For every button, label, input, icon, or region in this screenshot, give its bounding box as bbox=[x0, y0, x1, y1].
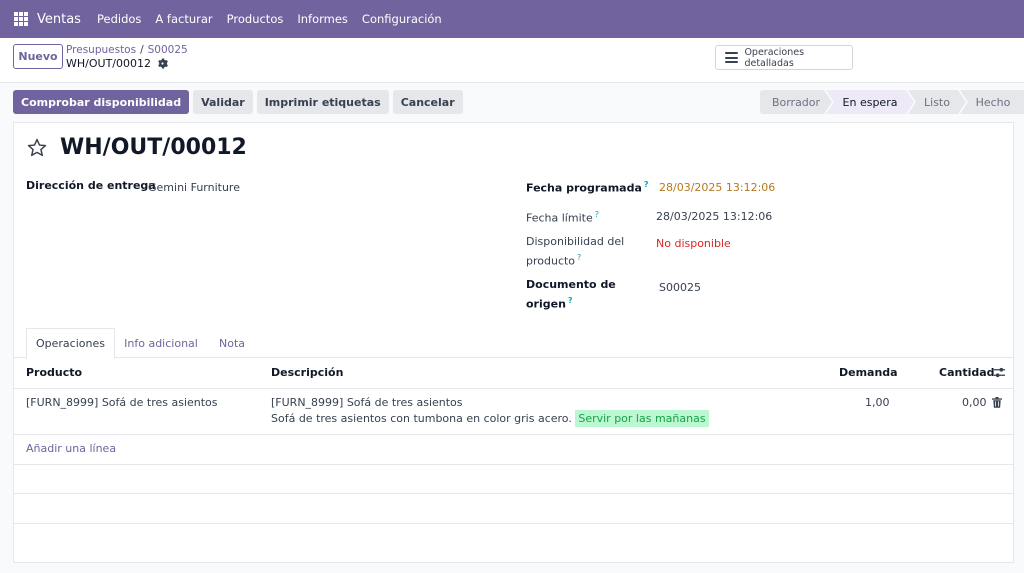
row-divider bbox=[14, 464, 1013, 465]
row-divider bbox=[14, 388, 1013, 389]
menu-a-facturar[interactable]: A facturar bbox=[155, 12, 212, 26]
column-header-description[interactable]: Descripción bbox=[271, 366, 343, 379]
row-divider bbox=[14, 493, 1013, 494]
row-divider bbox=[14, 523, 1013, 524]
row-divider bbox=[14, 434, 1013, 435]
control-panel: Nuevo Presupuestos / S00025 WH/OUT/00012 O… bbox=[0, 38, 1024, 83]
availability-label-line1: Disponibilidad del bbox=[526, 235, 625, 248]
detailed-operations-button[interactable]: Operaciones detalladas bbox=[715, 45, 853, 70]
action-bar: Comprobar disponibilidad Validar Imprimi… bbox=[13, 90, 467, 114]
scheduled-date-label-text: Fecha programada bbox=[526, 181, 642, 195]
check-availability-button[interactable]: Comprobar disponibilidad bbox=[13, 90, 190, 114]
delivery-address-label: Dirección de entrega bbox=[26, 179, 156, 192]
breadcrumb-separator: / bbox=[140, 44, 144, 56]
deadline-label-text: Fecha límite bbox=[526, 211, 593, 225]
form-sheet: WH/OUT/00012 Dirección de entrega Gemini… bbox=[13, 122, 1014, 563]
menu-productos[interactable]: Productos bbox=[227, 12, 284, 26]
breadcrumb-quotations[interactable]: Presupuestos bbox=[66, 44, 136, 56]
app-title[interactable]: Ventas bbox=[37, 12, 81, 27]
print-labels-button[interactable]: Imprimir etiquetas bbox=[256, 90, 389, 114]
trash-icon[interactable] bbox=[992, 397, 1002, 408]
hamburger-icon bbox=[725, 52, 739, 63]
gear-icon[interactable] bbox=[157, 58, 168, 69]
deadline-label: Fecha límite? bbox=[526, 207, 599, 227]
menu-pedidos[interactable]: Pedidos bbox=[97, 12, 141, 26]
status-bar: Borrador En espera Listo Hecho bbox=[760, 90, 1024, 114]
apps-grid-icon[interactable] bbox=[14, 12, 28, 26]
menu-informes[interactable]: Informes bbox=[297, 12, 348, 26]
detailed-operations-label: Operaciones detalladas bbox=[744, 46, 805, 69]
notebook-tabs: Operaciones Info adicional Nota bbox=[14, 328, 1013, 359]
record-name: WH/OUT/00012 bbox=[66, 57, 168, 70]
sliders-icon[interactable] bbox=[993, 367, 1006, 378]
record-name-text: WH/OUT/00012 bbox=[66, 57, 151, 70]
top-navbar: Ventas Pedidos A facturar Productos Info… bbox=[0, 0, 1024, 38]
breadcrumb: Presupuestos / S00025 bbox=[66, 44, 188, 56]
column-header-quantity[interactable]: Cantidad bbox=[939, 366, 995, 379]
availability-label: Disponibilidad del producto? bbox=[526, 234, 624, 270]
column-header-product[interactable]: Producto bbox=[26, 366, 82, 379]
column-header-demand[interactable]: Demanda bbox=[839, 366, 898, 379]
scheduled-date-label: Fecha programada? bbox=[526, 177, 649, 197]
new-button[interactable]: Nuevo bbox=[13, 44, 63, 69]
row-description-line1[interactable]: [FURN_8999] Sofá de tres asientos bbox=[271, 396, 463, 409]
availability-value: No disponible bbox=[656, 237, 731, 250]
origin-value[interactable]: S00025 bbox=[659, 281, 701, 294]
help-icon[interactable]: ? bbox=[644, 180, 649, 189]
stage-en-espera[interactable]: En espera bbox=[826, 90, 914, 114]
origin-label-line1: Documento de bbox=[526, 278, 616, 291]
tab-info-adicional[interactable]: Info adicional bbox=[118, 328, 204, 358]
row-demand[interactable]: 1,00 bbox=[865, 396, 890, 409]
row-description-text: Sofá de tres asientos con tumbona en col… bbox=[271, 412, 572, 425]
title-row: WH/OUT/00012 bbox=[26, 135, 247, 160]
stage-borrador[interactable]: Borrador bbox=[760, 90, 832, 114]
tab-operaciones[interactable]: Operaciones bbox=[26, 328, 115, 359]
row-description-highlight: Servir por las mañanas bbox=[575, 410, 709, 427]
delivery-address-value[interactable]: Gemini Furniture bbox=[148, 181, 240, 194]
menu-configuracion[interactable]: Configuración bbox=[362, 12, 442, 26]
page-title: WH/OUT/00012 bbox=[60, 135, 247, 160]
availability-label-line2: producto bbox=[526, 254, 576, 268]
star-icon[interactable] bbox=[26, 137, 48, 159]
help-icon[interactable]: ? bbox=[577, 253, 581, 262]
stage-listo[interactable]: Listo bbox=[908, 90, 966, 114]
row-product[interactable]: [FURN_8999] Sofá de tres asientos bbox=[26, 396, 218, 409]
origin-label-line2: origen bbox=[526, 297, 566, 311]
help-icon[interactable]: ? bbox=[595, 210, 599, 219]
cancel-button[interactable]: Cancelar bbox=[392, 90, 463, 114]
deadline-value: 28/03/2025 13:12:06 bbox=[656, 210, 773, 223]
stage-hecho[interactable]: Hecho bbox=[960, 90, 1024, 114]
breadcrumb-order[interactable]: S00025 bbox=[148, 44, 188, 56]
row-quantity[interactable]: 0,00 bbox=[962, 396, 987, 409]
scheduled-date-value[interactable]: 28/03/2025 13:12:06 bbox=[659, 181, 775, 194]
add-line-link[interactable]: Añadir una línea bbox=[26, 442, 116, 455]
validate-button[interactable]: Validar bbox=[193, 90, 253, 114]
help-icon[interactable]: ? bbox=[568, 296, 573, 305]
row-description-line2[interactable]: Sofá de tres asientos con tumbona en col… bbox=[271, 410, 709, 427]
tab-nota[interactable]: Nota bbox=[210, 328, 254, 358]
origin-label: Documento de origen? bbox=[526, 277, 616, 313]
